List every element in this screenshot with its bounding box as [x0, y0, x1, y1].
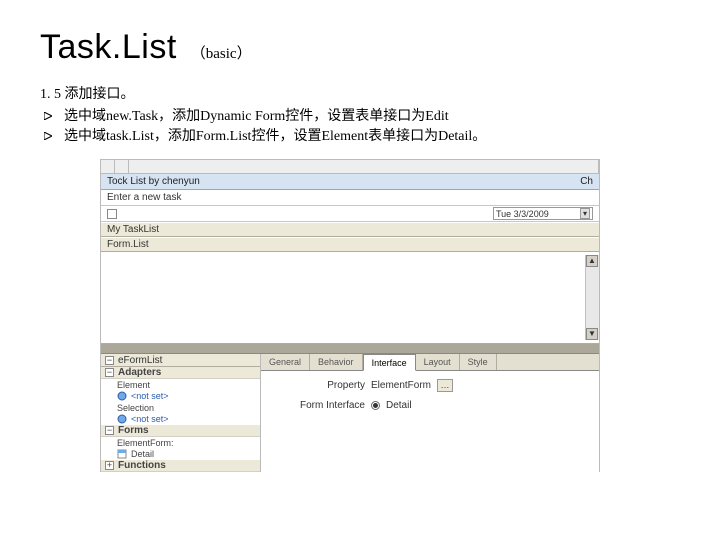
- tree-leaf-label: Element: [117, 380, 150, 390]
- prop-row-property: Property ElementForm …: [269, 378, 591, 392]
- tree-leaf-detail[interactable]: Detail: [101, 448, 260, 459]
- tree-cat-forms[interactable]: − Forms: [101, 425, 260, 437]
- form-header-right: Ch: [580, 176, 593, 187]
- form-icon: [117, 449, 127, 459]
- embedded-screenshot: Tock List by chenyun Ch Enter a new task…: [100, 159, 600, 472]
- bullet-text: 选中域new.Task，添加Dynamic Form控件，设置表单接口为Edit: [64, 107, 449, 127]
- scroll-down-icon[interactable]: ▼: [586, 328, 598, 340]
- collapse-icon[interactable]: −: [105, 368, 114, 377]
- tree-title: eFormList: [118, 355, 162, 366]
- section-heading: 1. 5 添加接口。: [40, 83, 680, 103]
- tab-style[interactable]: Style: [460, 354, 497, 370]
- tree-leaf-label: Selection: [117, 403, 154, 413]
- bullet-text: 选中域task.List，添加Form.List控件，设置Element表单接口…: [64, 127, 486, 147]
- tree-leaf-label: <not set>: [131, 414, 169, 424]
- grey-band-2-label: Form.List: [107, 239, 149, 250]
- tab-behavior[interactable]: Behavior: [310, 354, 363, 370]
- page-subtitle: （basic）: [191, 42, 252, 63]
- component-tree: − eFormList − Adapters Element <not set>…: [101, 354, 261, 472]
- adapter-icon: [117, 414, 127, 424]
- tree-cat-label: Forms: [118, 425, 149, 436]
- tree-cat-adapters[interactable]: − Adapters: [101, 367, 260, 379]
- tree-cat-functions[interactable]: + Functions: [101, 460, 260, 472]
- form-enter-row: Enter a new task: [101, 190, 599, 206]
- grey-band-2: Form.List: [101, 237, 599, 252]
- browse-button[interactable]: …: [437, 379, 453, 392]
- grey-band-1-label: My TaskList: [107, 224, 159, 235]
- splitter-bar[interactable]: [101, 344, 599, 354]
- collapse-icon[interactable]: −: [105, 356, 114, 365]
- prop-value: ElementForm: [371, 380, 431, 391]
- tree-leaf-selection[interactable]: Selection: [101, 402, 260, 413]
- tree-cat-label: Adapters: [118, 367, 161, 378]
- task-checkbox[interactable]: [107, 209, 117, 219]
- adapter-icon: [117, 391, 127, 401]
- tree-leaf-label: <not set>: [131, 391, 169, 401]
- tree-leaf-label: Detail: [131, 449, 154, 459]
- form-header: Tock List by chenyun Ch: [101, 174, 599, 190]
- tree-leaf-label: ElementForm:: [117, 438, 174, 448]
- bullet-icon: [40, 127, 50, 147]
- prop-row-forminterface: Form Interface Detail: [269, 398, 591, 412]
- expand-icon[interactable]: +: [105, 461, 114, 470]
- radio-detail[interactable]: [371, 401, 380, 410]
- property-panel: General Behavior Interface Layout Style …: [261, 354, 599, 472]
- tree-leaf-elementform[interactable]: ElementForm:: [101, 437, 260, 448]
- collapse-icon[interactable]: −: [105, 426, 114, 435]
- tab-layout[interactable]: Layout: [416, 354, 460, 370]
- tree-cat-label: Functions: [118, 460, 166, 471]
- enter-label: Enter a new task: [107, 192, 181, 203]
- prop-value: Detail: [386, 400, 412, 411]
- chevron-down-icon[interactable]: ▾: [580, 208, 590, 219]
- form-control-row: Tue 3/3/2009 ▾: [101, 206, 599, 222]
- tab-general[interactable]: General: [261, 354, 310, 370]
- property-tabs: General Behavior Interface Layout Style: [261, 354, 599, 371]
- bullet-icon: [40, 107, 50, 127]
- tab-interface[interactable]: Interface: [363, 354, 416, 371]
- tree-header[interactable]: − eFormList: [101, 354, 260, 367]
- tree-leaf-notset[interactable]: <not set>: [101, 391, 260, 402]
- scroll-up-icon[interactable]: ▲: [586, 255, 598, 267]
- prop-label: Property: [269, 380, 365, 391]
- toolbar-strip: [101, 160, 599, 174]
- grey-band-1: My TaskList: [101, 222, 599, 237]
- vertical-scrollbar[interactable]: ▲ ▼: [585, 255, 599, 340]
- form-header-left: Tock List by chenyun: [107, 176, 200, 187]
- date-value: Tue 3/3/2009: [496, 209, 549, 219]
- tree-leaf-element[interactable]: Element: [101, 379, 260, 390]
- tree-leaf-notset[interactable]: <not set>: [101, 413, 260, 424]
- page-title: Task.List: [40, 28, 177, 67]
- prop-label: Form Interface: [269, 400, 365, 411]
- date-field[interactable]: Tue 3/3/2009 ▾: [493, 207, 593, 220]
- design-canvas: ▲ ▼: [101, 252, 599, 344]
